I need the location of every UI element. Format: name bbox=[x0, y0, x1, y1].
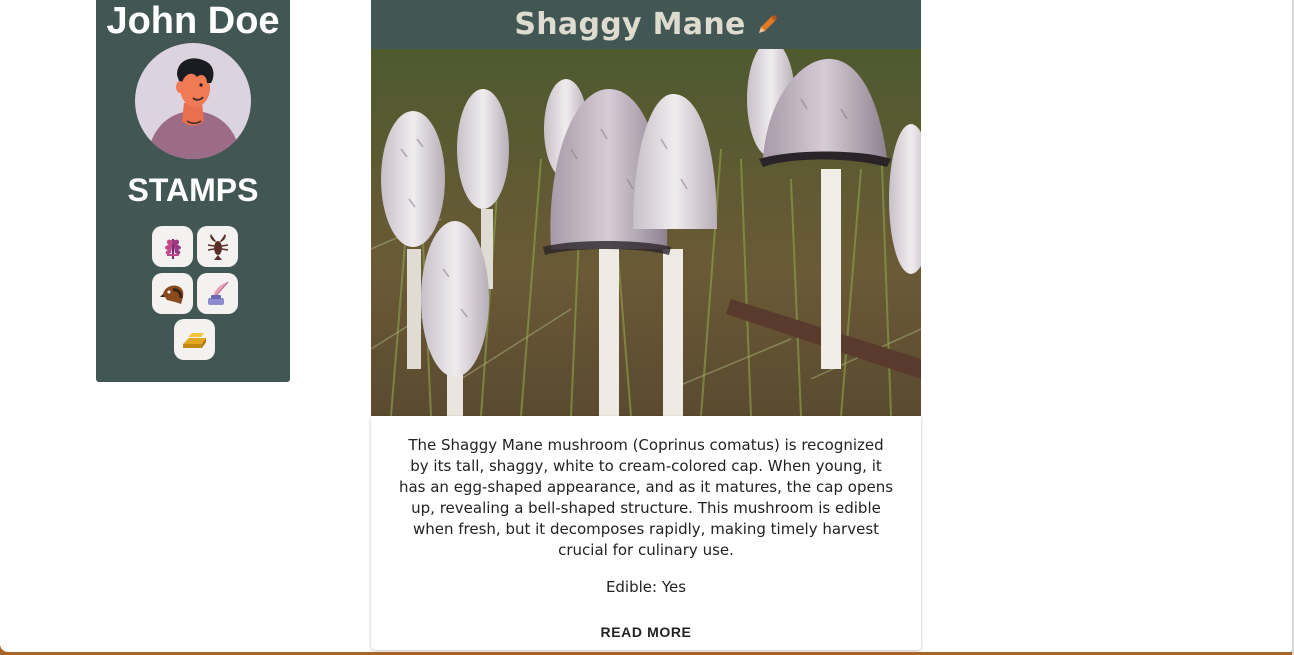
shaggy-mane-photo-illustration bbox=[371, 49, 921, 416]
stamp-bird-head[interactable] bbox=[152, 273, 193, 314]
pencil-icon[interactable] bbox=[756, 14, 778, 36]
stamp-gold-bars[interactable] bbox=[174, 319, 215, 360]
card-body: The Shaggy Mane mushroom (Coprinus comat… bbox=[371, 416, 921, 650]
purple-plant-stamp-icon bbox=[164, 238, 181, 259]
quill-inkpot-stamp-icon bbox=[207, 281, 228, 305]
profile-panel: John Doe STAMPS bbox=[96, 0, 290, 382]
stamp-quill-inkpot[interactable] bbox=[197, 273, 238, 314]
card-header: Shaggy Mane bbox=[371, 0, 921, 49]
edible-status: Edible: Yes bbox=[605, 578, 687, 596]
stamp-lobster[interactable] bbox=[197, 226, 238, 267]
mushroom-card: Shaggy Mane The Shaggy Mane mushroom (Co… bbox=[371, 0, 921, 650]
bird-head-stamp-icon bbox=[159, 285, 183, 304]
mushroom-photo bbox=[371, 49, 921, 416]
stamps-heading: STAMPS bbox=[127, 172, 259, 208]
user-name: John Doe bbox=[106, 0, 280, 42]
card-description: The Shaggy Mane mushroom (Coprinus comat… bbox=[398, 436, 894, 559]
person-avatar-icon bbox=[147, 58, 241, 159]
stamp-purple-plant[interactable] bbox=[152, 226, 193, 267]
page-viewport: John Doe STAMPS Shaggy Mane The Shaggy M… bbox=[0, 0, 1292, 652]
lobster-stamp-icon bbox=[207, 233, 228, 260]
card-title: Shaggy Mane bbox=[514, 7, 746, 42]
avatar[interactable] bbox=[135, 43, 251, 159]
gold-bars-stamp-icon bbox=[182, 332, 206, 348]
read-more-button[interactable]: READ MORE bbox=[596, 620, 696, 644]
